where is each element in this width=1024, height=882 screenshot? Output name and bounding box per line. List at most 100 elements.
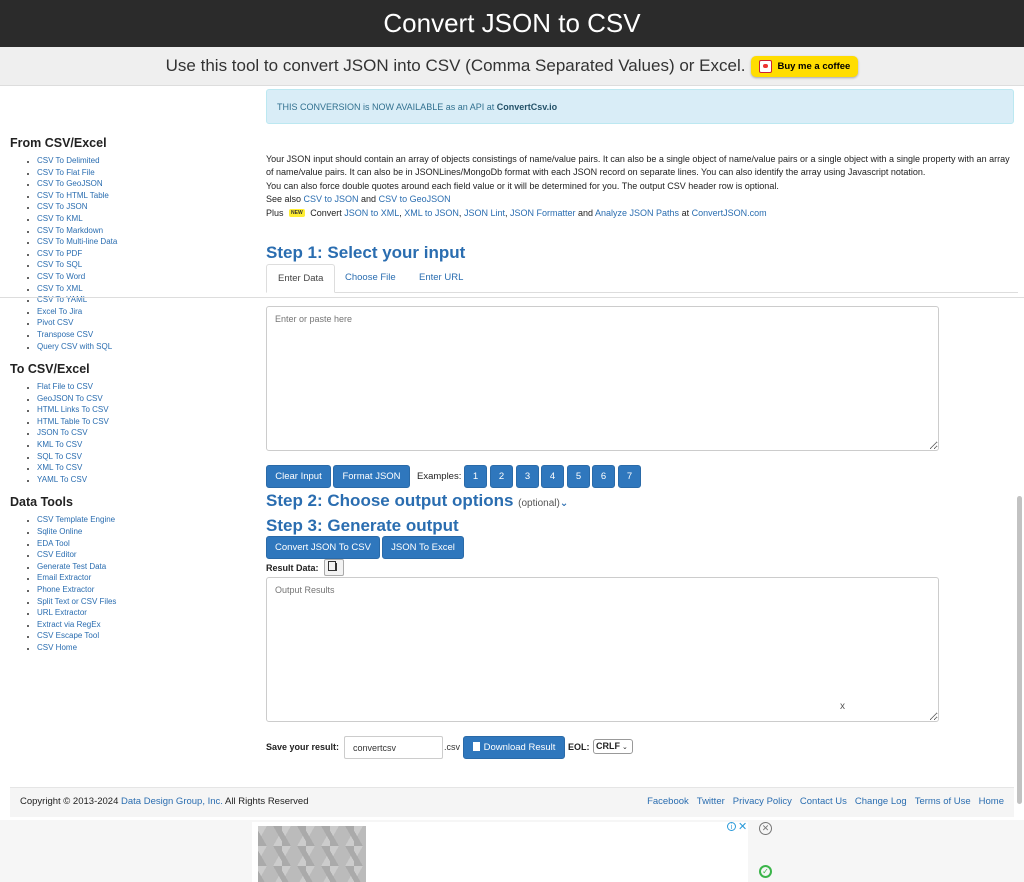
- sidebar-link[interactable]: CSV Template Engine: [37, 515, 115, 524]
- link-csv-to-json[interactable]: CSV to JSON: [304, 194, 359, 204]
- sidebar-item: Generate Test Data: [37, 561, 250, 573]
- sidebar-link[interactable]: CSV Home: [37, 643, 77, 652]
- sidebar-link[interactable]: Pivot CSV: [37, 318, 73, 327]
- sidebar-item: CSV To SQL: [37, 259, 250, 271]
- link-xml-to-json[interactable]: XML to JSON: [404, 208, 459, 218]
- sidebar-link[interactable]: Email Extractor: [37, 573, 91, 582]
- sidebar-link[interactable]: SQL To CSV: [37, 452, 82, 461]
- footer-link[interactable]: Twitter: [697, 796, 725, 807]
- sidebar-link[interactable]: Sqlite Online: [37, 527, 82, 536]
- sidebar-link[interactable]: CSV To XML: [37, 284, 83, 293]
- check-icon[interactable]: ✓: [759, 865, 772, 878]
- sidebar-link[interactable]: CSV To Multi-line Data: [37, 237, 117, 246]
- example-button[interactable]: 1: [464, 465, 487, 488]
- sidebar-link[interactable]: YAML To CSV: [37, 475, 87, 484]
- sidebar-link[interactable]: URL Extractor: [37, 608, 87, 617]
- tab-enter-url[interactable]: Enter URL: [408, 264, 474, 292]
- input-tabs: Enter Data Choose File Enter URL: [266, 264, 1018, 293]
- sidebar-link[interactable]: CSV To Delimited: [37, 156, 100, 165]
- output-results-textarea[interactable]: [266, 577, 939, 722]
- sidebar-link[interactable]: Transpose CSV: [37, 330, 93, 339]
- buy-me-a-coffee-button[interactable]: Buy me a coffee: [751, 55, 859, 77]
- info-icon[interactable]: i: [727, 822, 736, 831]
- tab-enter-data[interactable]: Enter Data: [266, 264, 336, 293]
- convert-json-to-csv-button[interactable]: Convert JSON To CSV: [266, 536, 380, 559]
- footer-link[interactable]: Facebook: [647, 796, 689, 807]
- footer-link[interactable]: Contact Us: [800, 796, 847, 807]
- sidebar-item: CSV To YAML: [37, 294, 250, 306]
- download-result-button[interactable]: Download Result: [463, 736, 565, 759]
- footer: Copyright © 2013-2024 Data Design Group,…: [10, 787, 1014, 817]
- example-button[interactable]: 5: [567, 465, 590, 488]
- sidebar-link[interactable]: XML To CSV: [37, 463, 82, 472]
- link-convertjson[interactable]: ConvertJSON.com: [692, 208, 767, 218]
- link-analyze-json-paths[interactable]: Analyze JSON Paths: [595, 208, 679, 218]
- bmc-label: Buy me a coffee: [777, 60, 851, 72]
- example-button[interactable]: 6: [592, 465, 615, 488]
- sidebar-link[interactable]: CSV To HTML Table: [37, 191, 109, 200]
- sidebar-link[interactable]: KML To CSV: [37, 440, 82, 449]
- sidebar-link[interactable]: GeoJSON To CSV: [37, 394, 103, 403]
- sidebar-link[interactable]: Generate Test Data: [37, 562, 106, 571]
- sidebar-item: CSV To PDF: [37, 248, 250, 260]
- sidebar-item: CSV To JSON: [37, 201, 250, 213]
- example-button[interactable]: 7: [618, 465, 641, 488]
- eol-value: CRLF: [596, 741, 620, 751]
- link-json-to-xml[interactable]: JSON to XML: [344, 208, 399, 218]
- output-clear-x[interactable]: x: [840, 701, 845, 712]
- example-button[interactable]: 3: [516, 465, 539, 488]
- sidebar-link[interactable]: Phone Extractor: [37, 585, 94, 594]
- json-input-textarea[interactable]: [266, 306, 939, 451]
- example-button[interactable]: 2: [490, 465, 513, 488]
- step2-heading[interactable]: Step 2: Choose output options (optional)…: [266, 491, 568, 511]
- footer-link[interactable]: Change Log: [855, 796, 907, 807]
- sidebar-link[interactable]: CSV Editor: [37, 550, 77, 559]
- filename-input[interactable]: [344, 736, 443, 759]
- link-csv-to-geojson[interactable]: CSV to GeoJSON: [379, 194, 451, 204]
- sidebar-item: CSV To Delimited: [37, 155, 250, 167]
- sidebar-link[interactable]: CSV To PDF: [37, 249, 82, 258]
- sidebar-link[interactable]: CSV To Markdown: [37, 226, 103, 235]
- clear-input-button[interactable]: Clear Input: [266, 465, 331, 488]
- tab-choose-file[interactable]: Choose File: [334, 264, 407, 292]
- sidebar-link[interactable]: CSV To Flat File: [37, 168, 95, 177]
- scrollbar[interactable]: [1017, 496, 1022, 804]
- sidebar-link[interactable]: EDA Tool: [37, 539, 70, 548]
- sidebar-link[interactable]: Split Text or CSV Files: [37, 597, 116, 606]
- sidebar-link[interactable]: CSV Escape Tool: [37, 631, 99, 640]
- page-title: Convert JSON to CSV: [383, 8, 641, 38]
- footer-link[interactable]: Terms of Use: [915, 796, 971, 807]
- footer-link[interactable]: Home: [979, 796, 1004, 807]
- sidebar-link[interactable]: CSV To Word: [37, 272, 85, 281]
- copy-icon[interactable]: [324, 559, 344, 576]
- sidebar: From CSV/Excel CSV To Delimited CSV To Fl…: [10, 136, 250, 664]
- format-json-button[interactable]: Format JSON: [333, 465, 410, 488]
- sidebar-link[interactable]: JSON To CSV: [37, 428, 88, 437]
- sidebar-link[interactable]: HTML Links To CSV: [37, 405, 109, 414]
- sidebar-link[interactable]: CSV To KML: [37, 214, 83, 223]
- api-alert-link[interactable]: ConvertCsv.io: [497, 102, 557, 112]
- sidebar-link[interactable]: Excel To Jira: [37, 307, 82, 316]
- company-link[interactable]: Data Design Group, Inc.: [121, 796, 223, 807]
- sidebar-link[interactable]: Flat File to CSV: [37, 382, 93, 391]
- sidebar-link[interactable]: HTML Table To CSV: [37, 417, 109, 426]
- examples-label: Examples:: [417, 471, 462, 482]
- sidebar-link[interactable]: Query CSV with SQL: [37, 342, 112, 351]
- sidebar-heading-from-csv: From CSV/Excel: [10, 136, 107, 150]
- sidebar-link[interactable]: CSV To JSON: [37, 202, 88, 211]
- close-icon[interactable]: ✕: [738, 820, 747, 833]
- and-text: and: [358, 194, 379, 205]
- footer-link[interactable]: Privacy Policy: [733, 796, 792, 807]
- sidebar-item: CSV To Word: [37, 271, 250, 283]
- link-json-lint[interactable]: JSON Lint: [464, 208, 505, 218]
- sidebar-link[interactable]: Extract via RegEx: [37, 620, 101, 629]
- copyright: Copyright © 2013-2024 Data Design Group,…: [20, 788, 308, 816]
- ad-image[interactable]: [258, 826, 366, 882]
- example-button[interactable]: 4: [541, 465, 564, 488]
- json-to-excel-button[interactable]: JSON To Excel: [382, 536, 464, 559]
- close-icon[interactable]: ✕: [759, 822, 772, 835]
- link-json-formatter[interactable]: JSON Formatter: [510, 208, 576, 218]
- eol-select[interactable]: CRLF ⌄: [593, 739, 633, 754]
- sidebar-link[interactable]: CSV To GeoJSON: [37, 179, 103, 188]
- sidebar-link[interactable]: CSV To SQL: [37, 260, 82, 269]
